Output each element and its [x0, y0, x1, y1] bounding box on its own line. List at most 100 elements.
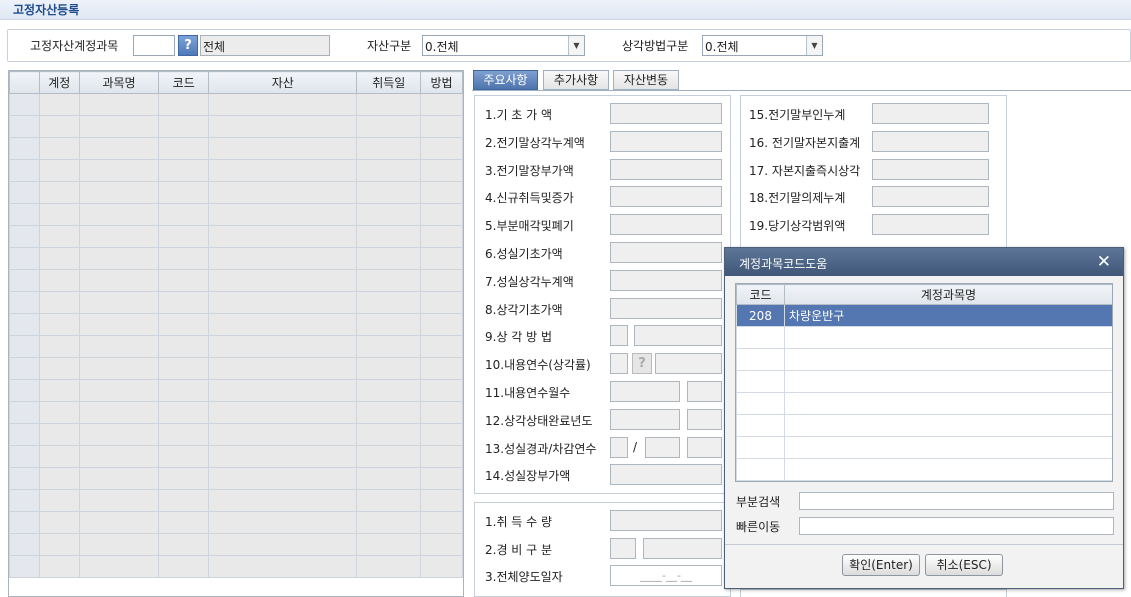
field-input[interactable] — [872, 131, 989, 152]
depreciation-select[interactable]: 0.전체 ▼ — [702, 35, 823, 56]
table-cell[interactable] — [420, 335, 463, 358]
table-cell[interactable] — [78, 445, 160, 468]
code-cell[interactable] — [736, 348, 785, 371]
table-cell[interactable] — [356, 379, 422, 402]
code-cell[interactable] — [736, 326, 785, 349]
table-cell[interactable] — [356, 269, 422, 292]
table-cell[interactable] — [208, 137, 358, 160]
table-cell[interactable] — [208, 511, 358, 534]
table-cell[interactable] — [420, 181, 463, 204]
table-cell[interactable] — [356, 137, 422, 160]
row-header-cell[interactable] — [9, 335, 40, 358]
table-cell[interactable] — [78, 203, 160, 226]
list-item[interactable] — [736, 348, 1112, 371]
row-header-cell[interactable] — [9, 511, 40, 534]
table-cell[interactable] — [356, 159, 422, 182]
table-cell[interactable] — [356, 423, 422, 446]
col-header-code[interactable]: 코드 — [736, 284, 785, 305]
table-cell[interactable] — [208, 247, 358, 270]
table-cell[interactable] — [158, 489, 210, 512]
table-row[interactable] — [9, 335, 463, 358]
expense-code-input[interactable] — [610, 538, 636, 559]
row-header-cell[interactable] — [9, 357, 40, 380]
table-row[interactable] — [9, 511, 463, 534]
row-header-cell[interactable] — [9, 93, 40, 116]
code-cell[interactable]: 208 — [736, 304, 785, 327]
account-name-cell[interactable] — [784, 348, 1112, 371]
row-header-cell[interactable] — [9, 489, 40, 512]
account-name-cell[interactable]: 차량운반구 — [784, 304, 1112, 327]
field-input[interactable] — [872, 159, 989, 180]
table-cell[interactable] — [158, 93, 210, 116]
field-input-sub[interactable] — [687, 381, 722, 402]
table-cell[interactable] — [208, 291, 358, 314]
table-cell[interactable] — [38, 445, 80, 468]
table-cell[interactable] — [78, 511, 160, 534]
field-input[interactable] — [610, 464, 722, 485]
table-cell[interactable] — [420, 401, 463, 424]
table-cell[interactable] — [78, 335, 160, 358]
list-item[interactable] — [736, 436, 1112, 459]
table-cell[interactable] — [356, 445, 422, 468]
table-cell[interactable] — [38, 159, 80, 182]
field-input[interactable] — [610, 298, 722, 319]
table-cell[interactable] — [38, 269, 80, 292]
table-cell[interactable] — [356, 511, 422, 534]
row-header-cell[interactable] — [9, 379, 40, 402]
table-cell[interactable] — [208, 313, 358, 336]
asset-grid[interactable]: 계정 과목명 코드 자산 취득일 방법 — [8, 70, 464, 597]
deducted-years-input[interactable] — [645, 437, 680, 458]
useful-life-input[interactable] — [610, 353, 628, 374]
table-cell[interactable] — [158, 555, 210, 578]
table-row[interactable] — [9, 533, 463, 556]
table-cell[interactable] — [78, 423, 160, 446]
list-item[interactable] — [736, 414, 1112, 437]
table-cell[interactable] — [78, 379, 160, 402]
table-cell[interactable] — [158, 225, 210, 248]
table-cell[interactable] — [38, 423, 80, 446]
list-item[interactable] — [736, 326, 1112, 349]
table-cell[interactable] — [208, 269, 358, 292]
table-cell[interactable] — [208, 467, 358, 490]
col-header-asset[interactable]: 자산 — [208, 71, 358, 94]
table-cell[interactable] — [158, 423, 210, 446]
table-cell[interactable] — [356, 203, 422, 226]
table-cell[interactable] — [356, 467, 422, 490]
table-cell[interactable] — [158, 467, 210, 490]
table-cell[interactable] — [38, 379, 80, 402]
table-cell[interactable] — [78, 269, 160, 292]
table-cell[interactable] — [208, 357, 358, 380]
table-cell[interactable] — [208, 489, 358, 512]
table-row[interactable] — [9, 181, 463, 204]
table-cell[interactable] — [356, 115, 422, 138]
row-header-cell[interactable] — [9, 445, 40, 468]
table-row[interactable] — [9, 467, 463, 490]
table-cell[interactable] — [158, 335, 210, 358]
close-icon[interactable]: ✕ — [1097, 252, 1111, 272]
table-cell[interactable] — [38, 401, 80, 424]
list-item[interactable] — [736, 458, 1112, 481]
row-header-cell[interactable] — [9, 115, 40, 138]
table-cell[interactable] — [158, 181, 210, 204]
table-cell[interactable] — [38, 291, 80, 314]
list-item[interactable] — [736, 392, 1112, 415]
table-cell[interactable] — [78, 401, 160, 424]
table-cell[interactable] — [38, 247, 80, 270]
partial-search-input[interactable] — [799, 492, 1114, 510]
col-header-acquired[interactable]: 취득일 — [356, 71, 422, 94]
table-cell[interactable] — [420, 115, 463, 138]
table-cell[interactable] — [208, 555, 358, 578]
table-cell[interactable] — [208, 115, 358, 138]
table-cell[interactable] — [420, 445, 463, 468]
table-cell[interactable] — [420, 357, 463, 380]
row-header-cell[interactable] — [9, 181, 40, 204]
table-cell[interactable] — [420, 247, 463, 270]
useful-life-help-button[interactable]: ? — [632, 353, 652, 374]
table-row[interactable] — [9, 401, 463, 424]
table-cell[interactable] — [356, 93, 422, 116]
table-row[interactable] — [9, 203, 463, 226]
table-cell[interactable] — [38, 467, 80, 490]
table-cell[interactable] — [208, 401, 358, 424]
account-name-cell[interactable] — [784, 458, 1112, 481]
row-header-cell[interactable] — [9, 423, 40, 446]
